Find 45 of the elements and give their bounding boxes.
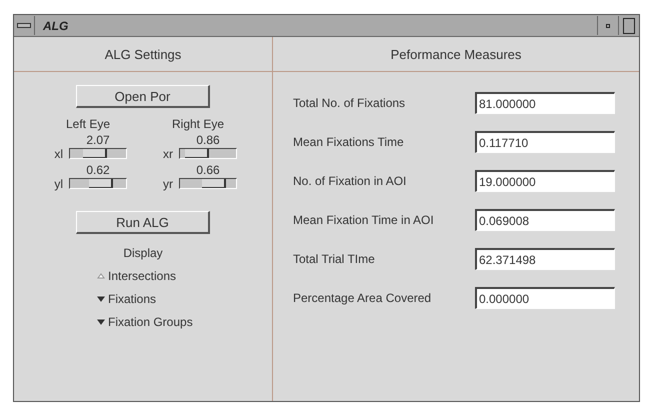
slider-reading: 0.62 xyxy=(86,163,110,177)
slider-label: xr xyxy=(163,147,173,161)
measure-label: Mean Fixations Time xyxy=(293,135,405,149)
measure-field[interactable]: 19.000000 xyxy=(475,170,615,192)
slider-thumb[interactable] xyxy=(184,149,209,158)
slider-reading: 0.86 xyxy=(196,133,220,147)
measure-field[interactable]: 0.000000 xyxy=(475,287,615,309)
slider-track[interactable] xyxy=(179,178,237,189)
slider-thumb[interactable] xyxy=(83,149,108,158)
panel-heading: Peformance Measures xyxy=(390,46,522,62)
caret-down-icon[interactable] xyxy=(97,319,105,325)
display-label: Display xyxy=(123,246,163,260)
eye-label: Right Eye xyxy=(172,117,224,131)
slider-reading: 2.07 xyxy=(86,133,110,147)
measure-field[interactable]: 62.371498 xyxy=(475,248,615,270)
measure-field[interactable]: 0.117710 xyxy=(475,131,615,153)
display-option[interactable]: Fixations xyxy=(108,292,156,306)
slider-label: yl xyxy=(54,177,63,191)
measure-label: Total No. of Fixations xyxy=(293,96,406,110)
window-menu-button[interactable] xyxy=(14,16,35,35)
measure-label: No. of Fixation in AOI xyxy=(293,174,408,188)
slider-track[interactable] xyxy=(69,148,127,159)
caret-up-icon[interactable] xyxy=(97,273,105,279)
maximize-icon xyxy=(623,18,635,34)
caret-down-icon[interactable] xyxy=(97,296,105,302)
measure-field[interactable]: 0.069008 xyxy=(475,209,615,231)
run-alg-button[interactable]: Run ALG xyxy=(76,211,210,234)
open-por-button[interactable]: Open Por xyxy=(76,85,210,108)
slider-reading: 0.66 xyxy=(196,163,220,177)
measure-label: Mean Fixation Time in AOI xyxy=(293,213,435,227)
slider-thumb[interactable] xyxy=(88,179,113,188)
measure-label: Total Trial TIme xyxy=(293,252,376,266)
slider-track[interactable] xyxy=(69,178,127,189)
window-title: ALG xyxy=(43,18,70,32)
measure-label: Percentage Area Covered xyxy=(293,291,432,305)
display-option[interactable]: Fixation Groups xyxy=(108,315,193,329)
display-option[interactable]: Intersections xyxy=(108,269,176,283)
slider-thumb[interactable] xyxy=(202,179,226,188)
minimize-icon xyxy=(606,24,610,28)
measure-field[interactable]: 81.000000 xyxy=(475,92,615,114)
slider-label: yr xyxy=(163,177,173,191)
slider-label: xl xyxy=(54,147,63,161)
eye-label: Left Eye xyxy=(66,117,110,131)
slider-track[interactable] xyxy=(179,148,237,159)
panel-heading: ALG Settings xyxy=(104,46,182,62)
